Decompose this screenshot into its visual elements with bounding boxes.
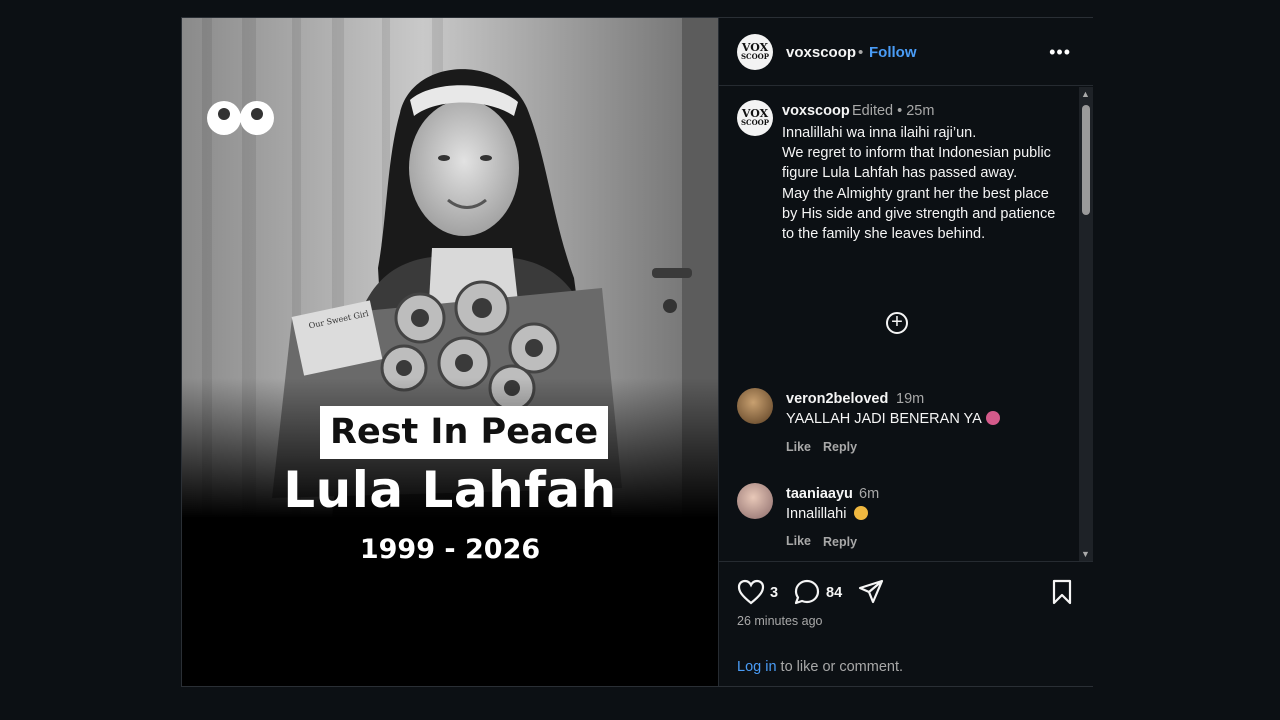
- login-prompt-text: to like or comment.: [776, 659, 904, 675]
- more-options-icon[interactable]: •••: [1049, 42, 1071, 63]
- scroll-down-arrow-icon[interactable]: ▼: [1081, 549, 1090, 559]
- emoji-icon: [854, 506, 869, 520]
- deceased-name: Lula Lahfah: [283, 461, 617, 519]
- comment-text-body: YAALLAH JADI BENERAN YA: [786, 411, 982, 427]
- caption-meta: Edited • 25m: [852, 103, 935, 119]
- comment-username[interactable]: taaniaayu: [786, 486, 853, 502]
- emoji-icon: [985, 411, 1000, 425]
- heart-icon[interactable]: [737, 579, 765, 605]
- caption-text: Innalillahi wa inna ilaihi raji’un. We r…: [782, 125, 1056, 243]
- comment-text: YAALLAH JADI BENERAN YA: [786, 411, 1000, 427]
- login-prompt: Log in to like or comment.: [737, 659, 903, 675]
- eyes-sticker-icon: [207, 101, 274, 135]
- post-image[interactable]: Our Sweet Girl Rest In Peace Lula Lahfah…: [182, 18, 718, 686]
- scroll-up-arrow-icon[interactable]: ▲: [1081, 89, 1090, 99]
- voxscoop-avatar[interactable]: VOX SCOOP: [737, 34, 773, 70]
- reply-button[interactable]: Reply: [823, 440, 857, 454]
- like-comment-button[interactable]: Like: [786, 440, 811, 454]
- follow-button[interactable]: Follow: [869, 44, 917, 61]
- scrollbar-thumb[interactable]: [1082, 105, 1090, 215]
- comment-text: Innalillahi: [786, 506, 869, 522]
- comment-count: 84: [826, 585, 843, 601]
- post-actions: 3 84 26 minutes ago Log in to like or co…: [719, 561, 1093, 686]
- post-container: Our Sweet Girl Rest In Peace Lula Lahfah…: [181, 17, 1093, 687]
- comment-time: 6m: [859, 486, 880, 502]
- avatar[interactable]: [737, 388, 773, 424]
- comment-icon[interactable]: [793, 578, 821, 606]
- share-icon[interactable]: [857, 578, 885, 606]
- comment-time: 19m: [896, 391, 925, 407]
- caption-username[interactable]: voxscoop: [782, 103, 850, 119]
- life-years: 1999 - 2026: [359, 534, 541, 565]
- login-link[interactable]: Log in: [737, 659, 777, 675]
- header-username[interactable]: voxscoop: [786, 44, 856, 61]
- comment-username[interactable]: veron2beloved: [786, 391, 888, 407]
- header-separator: •: [858, 44, 864, 61]
- load-more-comments-icon[interactable]: +: [886, 312, 908, 334]
- logo-text-bottom: SCOOP: [740, 52, 770, 61]
- bookmark-icon[interactable]: [1050, 579, 1074, 605]
- comments-scrollbar[interactable]: ▲ ▼: [1079, 87, 1093, 561]
- post-header: VOX SCOOP voxscoop • Follow •••: [719, 18, 1093, 86]
- avatar[interactable]: [737, 483, 773, 519]
- reply-button[interactable]: Reply: [823, 535, 857, 549]
- caption-logo-bottom: SCOOP: [740, 118, 770, 127]
- like-comment-button[interactable]: Like: [786, 534, 811, 548]
- post-side-panel: VOX SCOOP voxscoop • Follow ••• VOX SCOO…: [718, 18, 1093, 686]
- comment-text-body: Innalillahi: [786, 506, 847, 522]
- caption-avatar[interactable]: VOX SCOOP: [737, 100, 773, 136]
- rest-in-peace-label: Rest In Peace: [320, 406, 609, 459]
- comments-list[interactable]: VOX SCOOP voxscoop Edited • 25m Innalill…: [719, 87, 1079, 561]
- post-timestamp: 26 minutes ago: [737, 614, 823, 628]
- like-count: 3: [770, 585, 779, 601]
